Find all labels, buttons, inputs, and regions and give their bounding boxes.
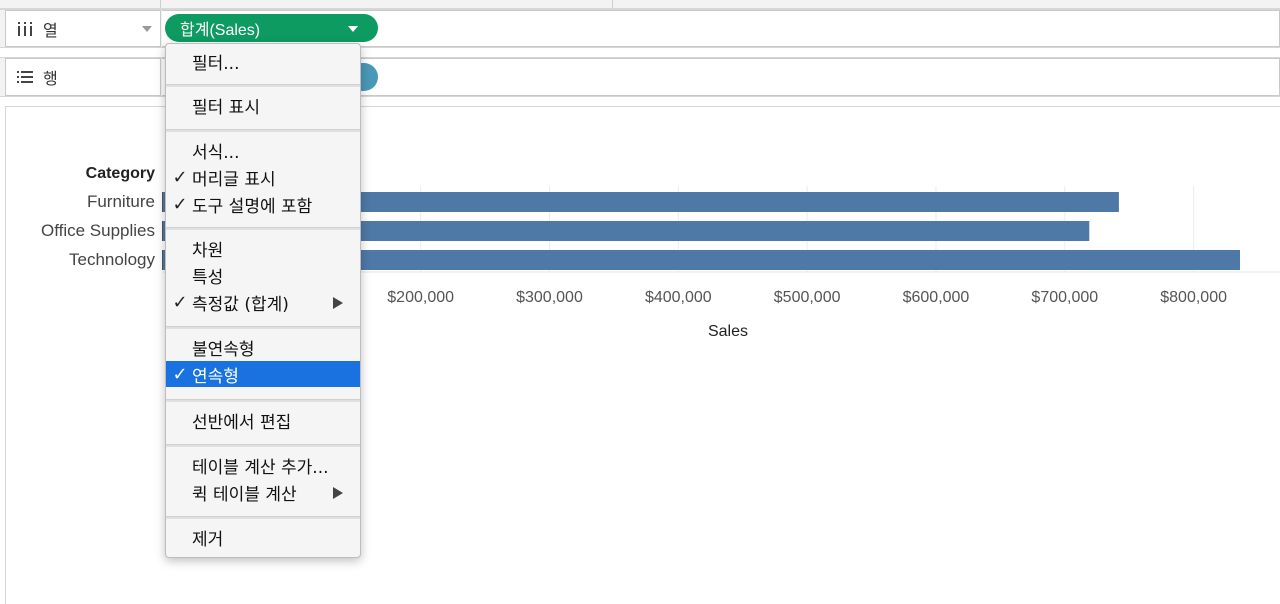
menu-item-label: 서식...: [192, 142, 240, 163]
menu-item[interactable]: 퀵 테이블 계산: [166, 479, 360, 505]
menu-item[interactable]: 선반에서 편집: [166, 407, 360, 433]
menu-separator: [166, 227, 360, 230]
menu-item[interactable]: ✓ 측정값 (합계): [166, 289, 360, 315]
menu-item-label: 측정값 (합계): [192, 294, 289, 315]
checkmark-icon: ✓: [172, 193, 188, 215]
menu-item[interactable]: ✓ 머리글 표시: [166, 164, 360, 190]
x-tick-label: $500,000: [774, 289, 841, 306]
menu-item[interactable]: ✓ 도구 설명에 포함: [166, 191, 360, 217]
menu-item-label: 머리글 표시: [192, 169, 276, 190]
menu-item-label: 테이블 계산 추가...: [192, 457, 329, 478]
submenu-arrow-icon: [333, 487, 343, 499]
x-tick-label: $800,000: [1160, 289, 1227, 306]
menu-item-label: 불연속형: [192, 339, 255, 360]
submenu-arrow-icon: [333, 297, 343, 309]
menu-item[interactable]: ✓ 연속형: [166, 361, 360, 387]
menu-item[interactable]: 필터 표시: [166, 92, 360, 118]
menu-item-label: 연속형: [192, 366, 239, 387]
x-tick-label: $600,000: [903, 289, 970, 306]
menu-item-label: 필터 표시: [192, 97, 260, 118]
menu-item-label: 제거: [192, 529, 224, 550]
menu-item[interactable]: 특성: [166, 262, 360, 288]
menu-item[interactable]: 제거: [166, 524, 360, 550]
x-tick-label: $300,000: [516, 289, 583, 306]
menu-item[interactable]: 필터...: [166, 48, 360, 74]
x-axis-title: Sales: [708, 323, 748, 340]
menu-separator: [166, 84, 360, 87]
menu-item[interactable]: 차원: [166, 235, 360, 261]
checkmark-icon: ✓: [172, 291, 188, 313]
menu-item-label: 필터...: [192, 53, 240, 74]
menu-item-label: 퀵 테이블 계산: [192, 484, 297, 505]
menu-item[interactable]: 불연속형: [166, 334, 360, 360]
menu-separator: [166, 516, 360, 519]
menu-item[interactable]: 서식...: [166, 137, 360, 163]
menu-separator: [166, 129, 360, 132]
menu-item-label: 선반에서 편집: [192, 412, 292, 433]
x-tick-label: $200,000: [387, 289, 454, 306]
checkmark-icon: ✓: [172, 363, 188, 385]
context-menu: 필터... 필터 표시 서식... ✓ 머리글 표시 ✓ 도구 설명에 포함 차원 특성 ✓ 측정값…: [165, 43, 361, 558]
checkmark-icon: ✓: [172, 166, 188, 188]
menu-separator: [166, 326, 360, 329]
menu-separator: [166, 399, 360, 402]
menu-separator: [166, 444, 360, 447]
menu-item[interactable]: 테이블 계산 추가...: [166, 452, 360, 478]
menu-item-label: 특성: [192, 267, 224, 288]
menu-item-label: 도구 설명에 포함: [192, 196, 313, 217]
menu-item-label: 차원: [192, 240, 224, 261]
x-tick-label: $700,000: [1031, 289, 1098, 306]
x-tick-label: $400,000: [645, 289, 712, 306]
